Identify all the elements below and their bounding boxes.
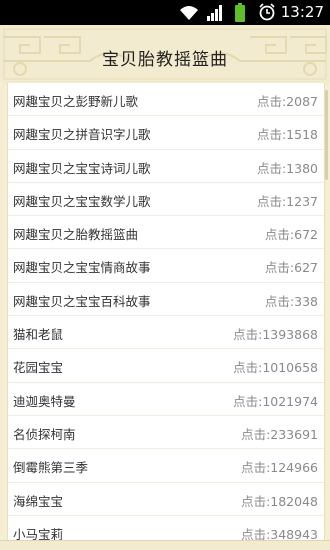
item-click-count: 点击:124966 [241,460,318,476]
item-title: 名侦探柯南 [13,426,76,442]
header: 宝贝胎教摇篮曲 [0,25,330,84]
item-click-count: 点击:1010658 [233,360,318,376]
scrollbar[interactable] [325,90,328,180]
list-item[interactable]: 小马宝莉 点击:348943 [8,516,324,541]
item-title: 网趣宝贝之宝宝诗词儿歌 [13,160,151,176]
wifi-icon [178,4,200,26]
list-item[interactable]: 网趣宝贝之彭野新儿歌 点击:2087 [8,83,324,117]
item-title: 小马宝莉 [13,526,64,541]
list-item[interactable]: 网趣宝贝之胎教摇篮曲 点击:672 [8,216,324,250]
item-title: 花园宝宝 [13,360,64,376]
list-item[interactable]: 网趣宝贝之宝宝数学儿歌 点击:1237 [8,183,324,217]
item-click-count: 点击:2087 [256,94,318,109]
left-border [0,83,7,550]
item-click-count: 点击:1380 [256,160,318,176]
list-item[interactable]: 网趣宝贝之拼音识字儿歌 点击:1518 [8,116,324,150]
item-title: 猫和老鼠 [13,327,64,343]
item-click-count: 点击:348943 [241,526,318,541]
list-item[interactable]: 名侦探柯南 点击:233691 [8,416,324,450]
item-title: 网趣宝贝之彭野新儿歌 [13,94,139,109]
item-title: 网趣宝贝之拼音识字儿歌 [13,127,151,143]
list-item[interactable]: 倒霉熊第三季 点击:124966 [8,449,324,483]
item-click-count: 点击:1393868 [233,327,318,343]
item-click-count: 点击:1518 [256,127,318,143]
list-item[interactable]: 网趣宝贝之宝宝情商故事 点击:627 [8,249,324,283]
page-title: 宝贝胎教摇篮曲 [102,50,228,70]
battery-icon [234,3,246,27]
item-click-count: 点击:233691 [241,426,318,442]
footer-border [0,540,330,550]
item-click-count: 点击:1237 [256,193,318,209]
item-title: 网趣宝贝之宝宝情商故事 [13,260,151,276]
list-item[interactable]: 迪迦奥特曼 点击:1021974 [8,383,324,416]
item-click-count: 点击:182048 [241,493,318,509]
alarm-icon [258,3,276,25]
item-click-count: 点击:338 [264,293,318,309]
item-title: 网趣宝贝之宝宝数学儿歌 [13,193,151,209]
item-title: 网趣宝贝之宝宝百科故事 [13,293,151,309]
item-click-count: 点击:627 [264,260,318,276]
list-item[interactable]: 猫和老鼠 点击:1393868 [8,316,324,350]
item-click-count: 点击:1021974 [233,393,318,409]
program-list[interactable]: 网趣宝贝之彭野新儿歌 点击:2087 网趣宝贝之拼音识字儿歌 点击:1518 网趣宝贝之… [7,83,325,541]
item-title: 迪迦奥特曼 [13,393,76,409]
item-click-count: 点击:672 [264,227,318,243]
list-item[interactable]: 海绵宝宝 点击:182048 [8,483,324,516]
signal-icon [206,4,224,26]
status-bar: 13:27 [0,0,330,25]
status-time: 13:27 [280,3,324,21]
list-item[interactable]: 网趣宝贝之宝宝百科故事 点击:338 [8,283,324,317]
item-title: 网趣宝贝之胎教摇篮曲 [13,227,139,243]
item-title: 倒霉熊第三季 [13,460,89,476]
list-item[interactable]: 花园宝宝 点击:1010658 [8,349,324,383]
list-item[interactable]: 网趣宝贝之宝宝诗词儿歌 点击:1380 [8,150,324,183]
item-title: 海绵宝宝 [13,493,64,509]
